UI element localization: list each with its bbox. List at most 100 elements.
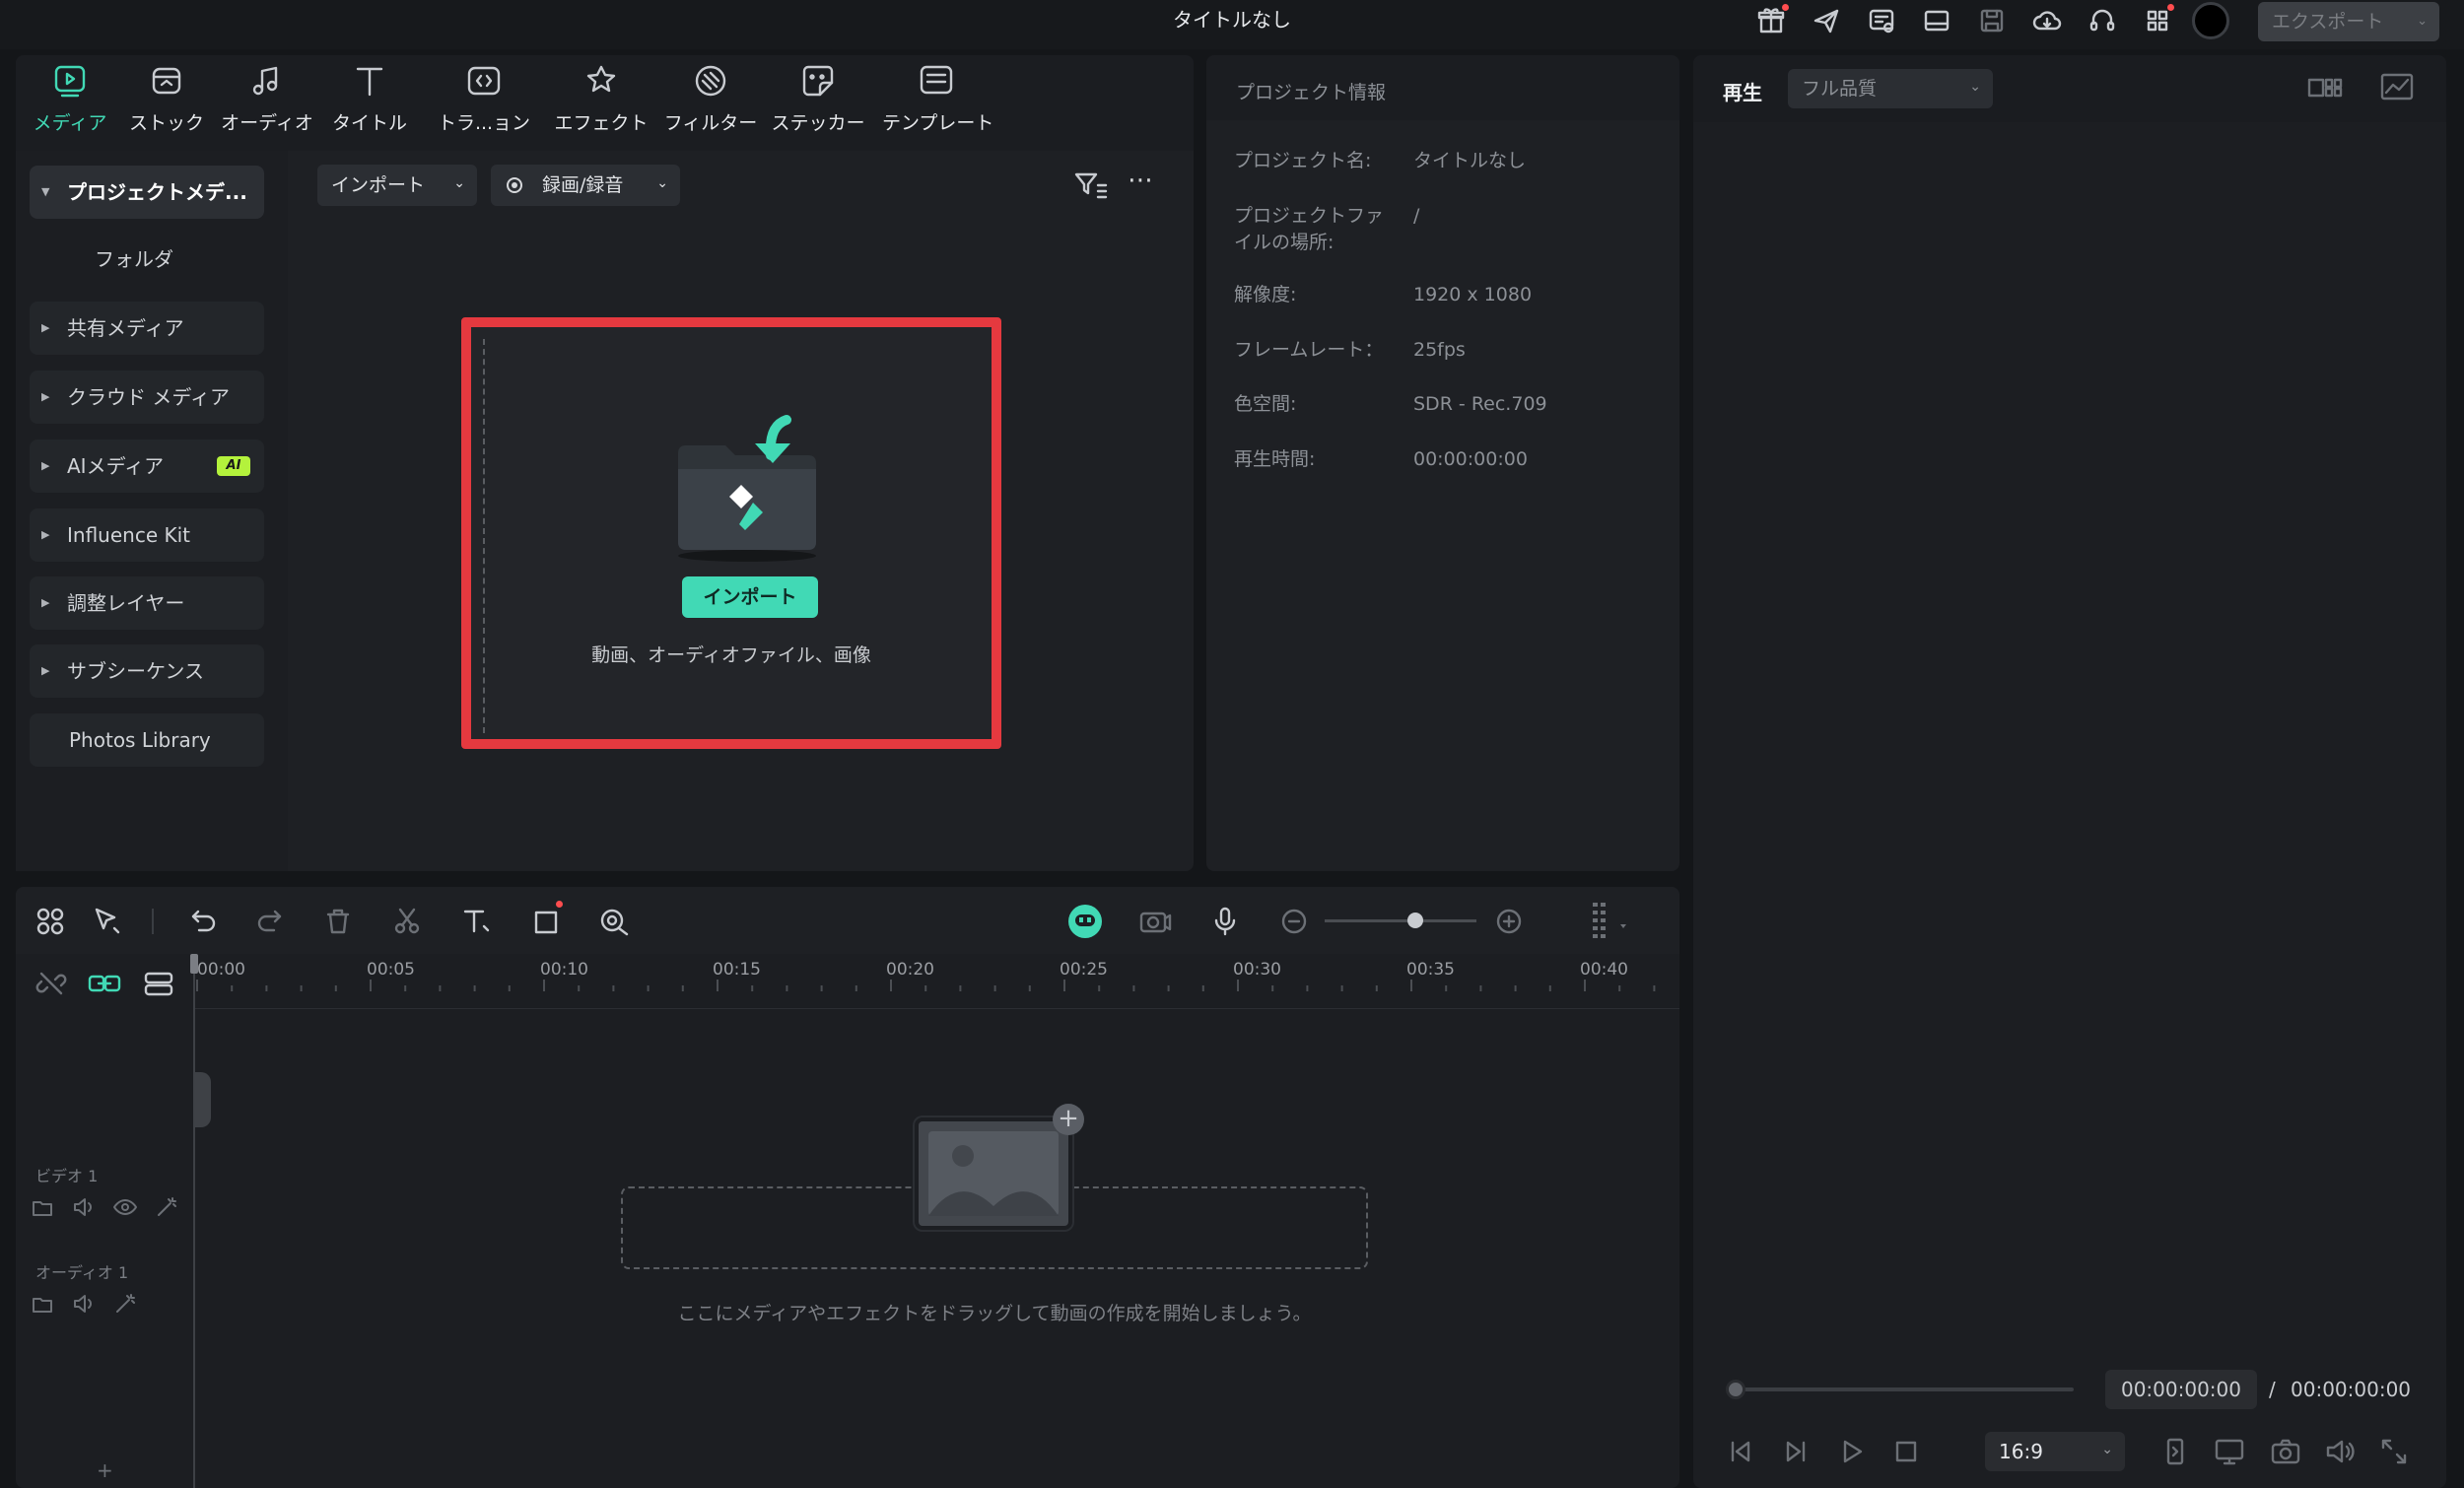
- timeline-collapse-handle[interactable]: [193, 1072, 211, 1127]
- scope-icon[interactable]: [2379, 71, 2415, 102]
- send-icon[interactable]: [1810, 4, 1843, 37]
- aspect-ratio-dropdown[interactable]: 16:9 ⌄: [1985, 1432, 2125, 1471]
- music-note-icon: [252, 66, 278, 96]
- folder-lock-icon[interactable]: [30, 1291, 55, 1317]
- import-dropdown[interactable]: インポート ⌄: [317, 165, 477, 206]
- apps-grid-icon[interactable]: [2141, 4, 2174, 37]
- chevron-down-icon: ⌄: [2101, 1442, 2113, 1457]
- eye-icon[interactable]: [112, 1194, 138, 1220]
- tool-transition[interactable]: トラ...ョン: [430, 63, 538, 142]
- tool-title[interactable]: タイトル: [315, 63, 424, 142]
- delete-icon[interactable]: [321, 905, 355, 938]
- track-menu-icon[interactable]: [1587, 901, 1632, 942]
- ai-tool-icon[interactable]: [597, 905, 631, 938]
- headset-icon[interactable]: [2086, 4, 2119, 37]
- sidebar-item-adjustment-layer[interactable]: ▶ 調整レイヤー: [30, 576, 264, 630]
- sidebar-item-subsequence[interactable]: ▶ サブシーケンス: [30, 644, 264, 698]
- layout-grid-icon[interactable]: [34, 905, 67, 938]
- quality-label: フル品質: [1802, 78, 1878, 100]
- cloud-icon[interactable]: [2030, 4, 2064, 37]
- snapshot-camera-icon[interactable]: [2269, 1435, 2302, 1468]
- redo-icon[interactable]: [254, 905, 288, 938]
- zoom-out-icon[interactable]: [1277, 905, 1311, 938]
- tool-label: エフェクト: [554, 112, 649, 134]
- tool-template[interactable]: テンプレート: [882, 63, 993, 142]
- playhead-line: [193, 954, 195, 1488]
- import-button-label: インポート: [703, 586, 797, 608]
- magic-wand-icon[interactable]: [154, 1194, 179, 1220]
- ruler-tick-label: 00:00: [197, 960, 245, 980]
- gift-icon[interactable]: [1754, 4, 1789, 37]
- display-icon[interactable]: [2213, 1435, 2246, 1468]
- tool-stock[interactable]: ストック: [112, 63, 221, 142]
- next-frame-icon[interactable]: [1780, 1435, 1814, 1468]
- tool-sticker[interactable]: ステッカー: [764, 63, 872, 142]
- crop-icon[interactable]: [530, 905, 564, 938]
- unlink-icon[interactable]: [35, 968, 67, 999]
- zoom-in-icon[interactable]: [1492, 905, 1526, 938]
- track-volume-icon[interactable]: [71, 1291, 97, 1317]
- text-tool-icon[interactable]: [459, 905, 493, 938]
- camera-record-icon[interactable]: [1137, 905, 1173, 938]
- sidebar-item-cloud-media[interactable]: ▶ クラウド メディア: [30, 371, 264, 424]
- tool-effects[interactable]: エフェクト: [547, 63, 655, 142]
- caret-right-icon: ▶: [41, 459, 50, 472]
- sidebar-item-folder[interactable]: フォルダ: [30, 233, 264, 286]
- tool-audio[interactable]: オーディオ: [213, 63, 321, 142]
- feedback-icon[interactable]: [1865, 4, 1898, 37]
- sidebar-item-project-media[interactable]: ▼ プロジェクトメデ...: [30, 166, 264, 219]
- caret-right-icon: ▶: [41, 390, 50, 403]
- ruler-tick-label: 00:20: [886, 960, 934, 980]
- stock-icon: [152, 67, 181, 95]
- play-icon[interactable]: [1835, 1435, 1869, 1468]
- grid-view-icon[interactable]: [2306, 73, 2344, 102]
- undo-icon[interactable]: [185, 905, 219, 938]
- save-icon[interactable]: [1975, 4, 2009, 37]
- import-folder-icon: [678, 415, 816, 562]
- magic-wand-icon[interactable]: [112, 1291, 138, 1317]
- preview-tab-playback[interactable]: 再生: [1723, 77, 1762, 105]
- stop-icon[interactable]: [1889, 1435, 1923, 1468]
- microphone-icon[interactable]: [1208, 905, 1242, 938]
- track-volume-icon[interactable]: [71, 1194, 97, 1220]
- preview-scrubber-track[interactable]: [1729, 1387, 2074, 1391]
- filter-sort-icon[interactable]: [1074, 169, 1108, 201]
- timeline-ruler[interactable]: [195, 954, 1679, 1009]
- sidebar-item-shared-media[interactable]: ▶ 共有メディア: [30, 302, 264, 355]
- avatar[interactable]: [2192, 2, 2229, 39]
- tool-media[interactable]: メディア: [16, 63, 124, 142]
- preview-scrubber-handle[interactable]: [1726, 1380, 1745, 1399]
- prev-frame-icon[interactable]: [1723, 1435, 1756, 1468]
- sidebar-item-influence-kit[interactable]: ▶ Influence Kit: [30, 508, 264, 562]
- add-media-plus-icon[interactable]: +: [1053, 1104, 1084, 1135]
- select-tool-icon[interactable]: [91, 905, 124, 938]
- sidebar-item-ai-media[interactable]: ▶ AIメディア AI: [30, 440, 264, 493]
- link-icon[interactable]: [87, 968, 122, 999]
- export-button[interactable]: エクスポート ⌄: [2258, 2, 2439, 41]
- preview-header: 再生 フル品質 ⌄: [1693, 55, 2446, 122]
- sidebar-item-photos-library[interactable]: Photos Library: [30, 713, 264, 767]
- info-label-location: プロジェクトファ: [1234, 205, 1385, 227]
- split-scissors-icon[interactable]: [390, 905, 424, 938]
- folder-lock-icon[interactable]: [30, 1194, 55, 1220]
- add-track-button[interactable]: +: [97, 1458, 113, 1482]
- layout-icon[interactable]: [1920, 4, 1953, 37]
- current-time[interactable]: 00:00:00:00: [2105, 1370, 2257, 1409]
- ruler-tick-label: 00:05: [367, 960, 415, 980]
- record-dropdown[interactable]: 録画/録音 ⌄: [491, 165, 680, 206]
- volume-icon[interactable]: [2323, 1435, 2357, 1468]
- zoom-slider-handle[interactable]: [1407, 913, 1423, 928]
- fullscreen-icon[interactable]: [2377, 1435, 2411, 1468]
- track-settings-icon[interactable]: [142, 968, 175, 999]
- quality-dropdown[interactable]: フル品質 ⌄: [1788, 69, 1993, 108]
- zoom-slider-track[interactable]: [1325, 919, 1476, 922]
- import-drop-zone[interactable]: インポート 動画、オーディオファイル、画像: [461, 317, 1001, 749]
- tool-filter[interactable]: フィルター: [656, 63, 765, 142]
- more-options-icon[interactable]: ⋯: [1128, 168, 1161, 201]
- export-button-label: エクスポート: [2272, 11, 2384, 33]
- ai-copilot-icon[interactable]: [1068, 905, 1102, 938]
- import-button[interactable]: インポート: [682, 576, 818, 618]
- ruler-tick-label: 00:25: [1060, 960, 1108, 980]
- tool-label: メディア: [33, 112, 107, 134]
- mark-icon[interactable]: [2158, 1435, 2192, 1468]
